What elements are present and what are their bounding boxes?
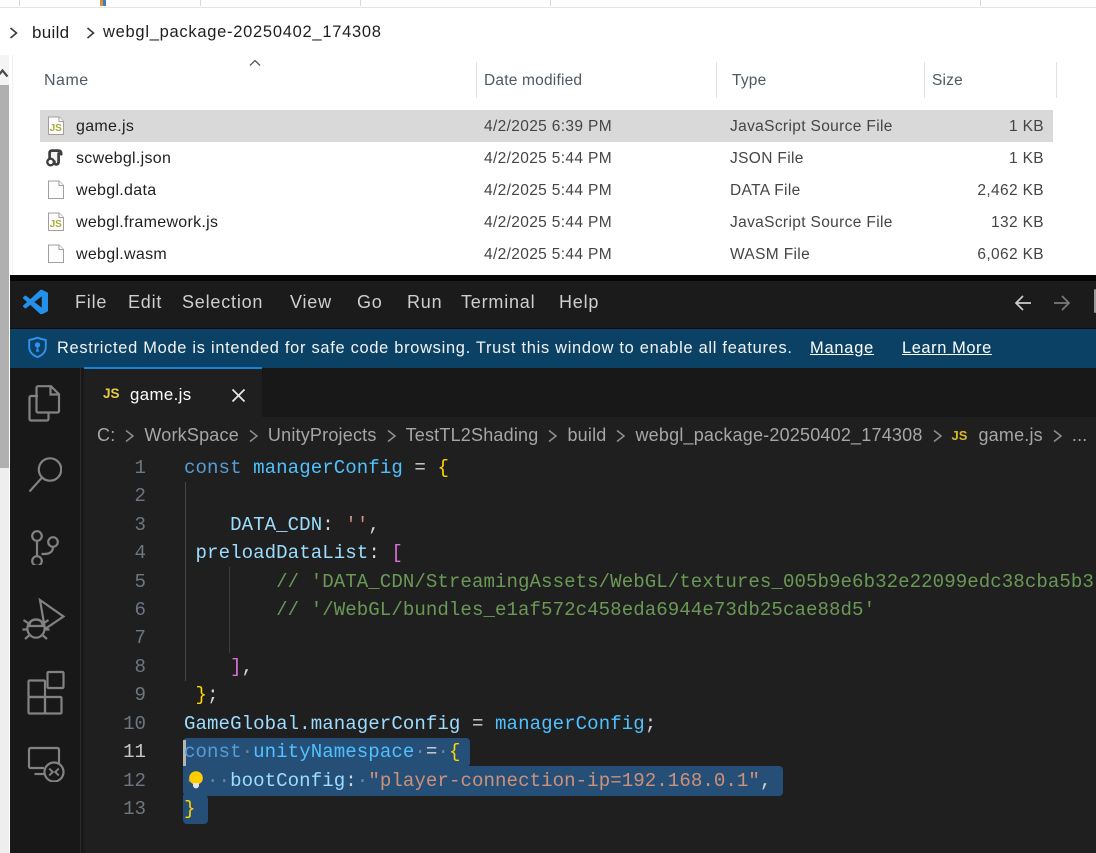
svg-text:JS: JS bbox=[50, 123, 63, 134]
svg-text:JS: JS bbox=[50, 219, 63, 230]
